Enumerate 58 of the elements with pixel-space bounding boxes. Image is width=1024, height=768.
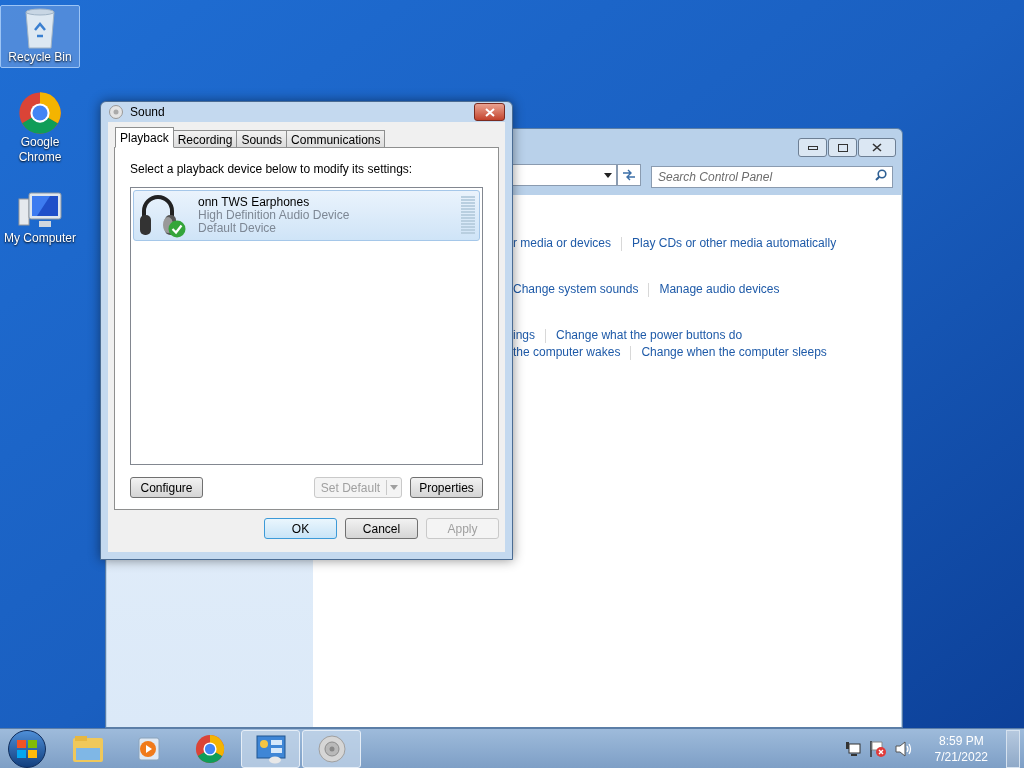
- configure-button[interactable]: Configure: [130, 477, 203, 498]
- network-icon: [844, 740, 861, 757]
- refresh-button[interactable]: [617, 164, 641, 186]
- device-item[interactable]: onn TWS Earphones High Definition Audio Device Default Device: [133, 190, 480, 241]
- clock-date: 7/21/2022: [934, 748, 988, 765]
- search-icon: [875, 169, 887, 181]
- recycle-bin-icon: [23, 8, 57, 50]
- desktop-icon[interactable]: Recycle Bin: [0, 5, 80, 68]
- task-link[interactable]: r media or devices: [513, 235, 612, 252]
- control-panel-icon: [254, 733, 287, 764]
- speaker-icon: [316, 733, 347, 764]
- tab[interactable]: Recording: [172, 130, 238, 148]
- maximize-icon: [837, 143, 848, 152]
- task-link[interactable]: the computer wakes: [513, 344, 621, 361]
- task-link[interactable]: Change what the power buttons do: [556, 327, 743, 344]
- desktop-icon-label: Google Chrome: [17, 135, 63, 165]
- desktop-icon-label: My Computer: [4, 231, 76, 246]
- tab[interactable]: Playback: [115, 127, 174, 148]
- close-icon: [872, 143, 882, 152]
- volume-icon: [894, 740, 913, 757]
- dropdown-arrow-icon: [387, 484, 401, 491]
- device-name: onn TWS Earphones: [198, 196, 311, 209]
- task-link[interactable]: Change when the computer sleeps: [641, 344, 827, 361]
- properties-button[interactable]: Properties: [410, 477, 483, 498]
- device-status: Default Device: [198, 222, 278, 235]
- dialog-button[interactable]: OK: [264, 518, 337, 539]
- desktop-icon[interactable]: Google Chrome: [0, 88, 80, 168]
- maximize-button[interactable]: [828, 138, 857, 157]
- dropdown-arrow-icon: [604, 172, 612, 178]
- dialog-button[interactable]: Cancel: [345, 518, 418, 539]
- chrome-icon: [194, 733, 225, 764]
- tab[interactable]: Communications: [286, 130, 386, 148]
- refresh-icon: [622, 169, 636, 181]
- desktop-icon[interactable]: My Computer: [0, 188, 80, 249]
- windows-logo-icon: [16, 738, 38, 759]
- device-driver: High Definition Audio Device: [198, 209, 350, 222]
- task-link[interactable]: Change system sounds: [513, 281, 639, 298]
- search-field[interactable]: Search Control Panel: [651, 166, 893, 188]
- folder-icon: [71, 734, 104, 763]
- task-link[interactable]: Manage audio devices: [659, 281, 780, 298]
- tab[interactable]: Sounds: [236, 130, 288, 148]
- level-meter-icon: [461, 195, 475, 236]
- minimize-icon: [807, 145, 818, 150]
- chrome-icon: [18, 91, 62, 135]
- desktop-icon-label: Recycle Bin: [8, 50, 72, 65]
- speaker-icon: [108, 104, 124, 120]
- window-title: Sound: [130, 104, 165, 121]
- instruction-text: Select a playback device below to modify its settings:: [130, 161, 414, 178]
- taskbar-button[interactable]: [241, 729, 300, 768]
- close-button[interactable]: [474, 103, 505, 121]
- task-link[interactable]: Play CDs or other media automatically: [632, 235, 837, 252]
- clock-time: 8:59 PM: [938, 732, 984, 749]
- start-button[interactable]: [8, 729, 46, 768]
- close-button[interactable]: [858, 138, 896, 157]
- minimize-button[interactable]: [798, 138, 827, 157]
- close-icon: [484, 107, 495, 117]
- flag-error-icon: [868, 739, 887, 758]
- task-link[interactable]: ings: [513, 327, 535, 344]
